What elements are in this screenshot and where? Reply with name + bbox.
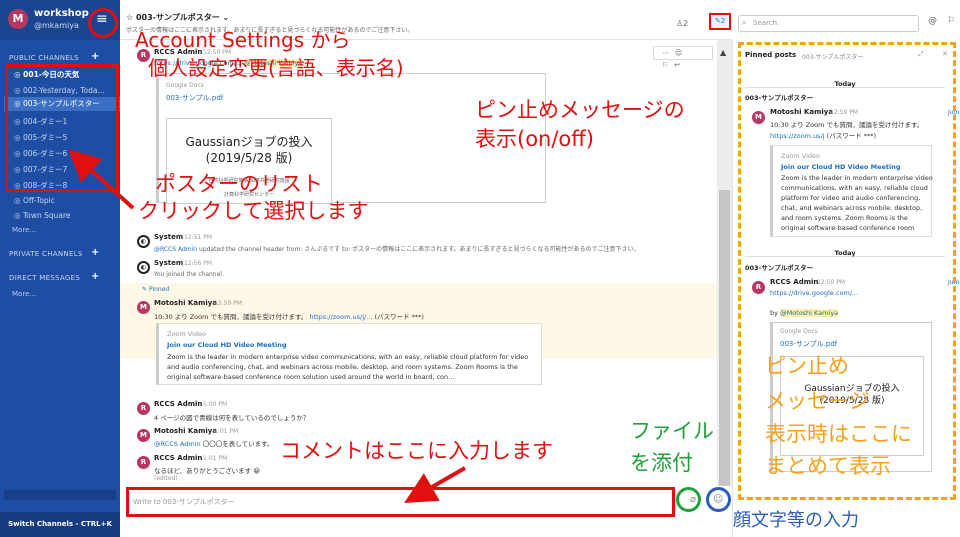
annotation-arrows <box>68 149 466 503</box>
arrow-to-message-input <box>404 466 466 503</box>
arrow-to-poster-list <box>68 149 135 210</box>
